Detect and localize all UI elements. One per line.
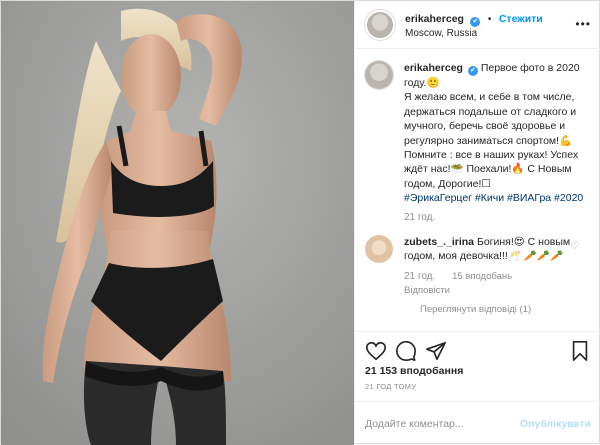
photo-illustration <box>1 1 354 445</box>
comment-likes[interactable]: 15 вподобань <box>452 271 512 282</box>
verified-icon: ✔ <box>467 66 478 76</box>
post-sidebar: erikaherceg ✔ • Стежити Moscow, Russia •… <box>354 1 600 445</box>
commenter-username[interactable]: zubets_._irina <box>404 236 474 248</box>
heart-icon[interactable] <box>365 340 387 362</box>
caption-text: Я желаю всем, и себе в том числе, держат… <box>404 91 579 190</box>
post-time[interactable]: 21 ГОД ТОМУ <box>365 382 416 391</box>
view-replies-link[interactable]: Переглянути відповіді (1) <box>420 303 573 316</box>
small-heart-icon[interactable]: ♡ <box>570 241 579 252</box>
share-icon[interactable] <box>425 340 447 362</box>
caption-avatar[interactable] <box>365 61 393 89</box>
post-photo[interactable] <box>1 1 354 445</box>
commenter-avatar[interactable] <box>365 235 393 264</box>
comments-list[interactable]: erikaherceg ✔ Первое фото в 2020 году.🙂 … <box>355 49 600 329</box>
publish-button[interactable]: Опублікувати <box>520 418 591 430</box>
caption-row: erikaherceg ✔ Первое фото в 2020 году.🙂 … <box>365 61 591 225</box>
caption-time[interactable]: 21 год. <box>404 211 591 225</box>
post-frame: erikaherceg ✔ • Стежити Moscow, Russia •… <box>0 0 600 445</box>
more-icon[interactable]: ••• <box>575 17 591 31</box>
comment-row: zubets_._irina Богиня!😍 С новым годом, м… <box>365 235 591 315</box>
post-actions <box>355 331 600 367</box>
separator-dot: • <box>487 14 492 26</box>
comment-input[interactable] <box>365 417 520 430</box>
caption-hashtags[interactable]: #ЭрикаГерцег #Кичи #ВИАГра #2020 <box>404 191 591 205</box>
comment-icon[interactable] <box>395 340 417 362</box>
verified-icon: ✔ <box>470 17 481 28</box>
comment-composer: Опублікувати <box>355 401 600 445</box>
bookmark-icon[interactable] <box>569 340 591 362</box>
likes-count[interactable]: 21 153 вподобання <box>365 365 463 377</box>
post-location[interactable]: Moscow, Russia <box>405 28 543 41</box>
author-username[interactable]: erikaherceg <box>405 13 464 25</box>
follow-button[interactable]: Стежити <box>499 13 543 25</box>
author-avatar[interactable] <box>365 9 395 40</box>
comment-time[interactable]: 21 год. <box>404 271 435 282</box>
reply-button[interactable]: Відповісти <box>404 284 573 297</box>
caption-username[interactable]: erikaherceg <box>404 62 463 74</box>
post-header: erikaherceg ✔ • Стежити Moscow, Russia •… <box>355 1 600 49</box>
